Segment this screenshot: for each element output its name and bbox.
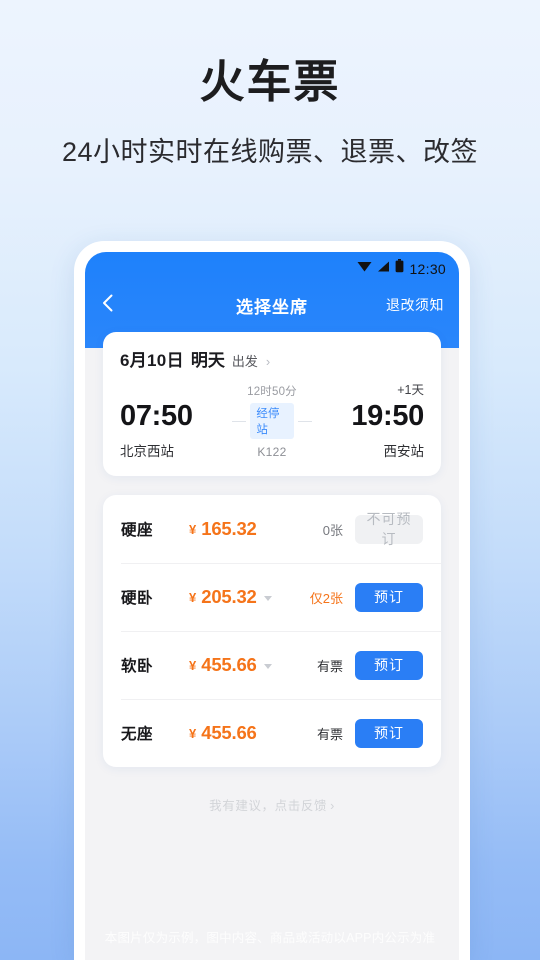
feedback-label: 我有建议，点击反馈 <box>209 799 328 813</box>
seat-stock: 0张 <box>322 522 343 538</box>
book-button[interactable]: 预订 <box>355 582 423 612</box>
currency-symbol: ¥ <box>189 725 197 741</box>
page-title: 火车票 <box>199 56 341 107</box>
seat-stock: 有票 <box>316 658 343 674</box>
trip-depart-block: 07:50 北京西站 <box>120 400 232 460</box>
trip-middle-block: 12时50分 经停站 K122 <box>232 383 313 460</box>
seat-stock: 仅2张 <box>309 590 343 606</box>
back-button[interactable] <box>85 284 131 326</box>
battery-icon <box>395 259 404 278</box>
train-number: K122 <box>257 445 287 459</box>
seat-type: 软卧 <box>121 658 154 675</box>
stop-line-left <box>232 420 247 422</box>
promo-header: 火车票 24小时实时在线购票、退票、改签 <box>0 0 540 169</box>
table-row: 硬座 ¥ 165.32 0张 不可预订 <box>103 495 441 563</box>
nav-bar: 选择坐席 退改须知 <box>85 284 459 326</box>
price-amount: 455.66 <box>201 654 257 675</box>
arrive-station: 西安站 <box>383 444 425 459</box>
seat-type: 硬卧 <box>121 590 154 607</box>
phone-screen: 12:30 选择坐席 退改须知 6月10日 明天 出发 › 07:50 北京西站… <box>85 252 459 960</box>
stop-row[interactable]: 经停站 <box>232 403 313 439</box>
plus-day-badge: +1天 <box>397 383 424 397</box>
status-bar: 12:30 <box>357 259 446 278</box>
seat-price[interactable]: ¥ 205.32 <box>189 586 272 608</box>
seat-type: 硬座 <box>121 522 154 539</box>
price-amount: 455.66 <box>201 722 257 743</box>
disclaimer-text: 本图片仅为示例，图中内容、商品或活动以APP内公示为准 <box>104 931 436 945</box>
book-button[interactable]: 预订 <box>355 718 423 748</box>
price-amount: 205.32 <box>201 586 257 607</box>
chevron-left-icon <box>102 293 114 318</box>
seat-type: 无座 <box>121 726 154 743</box>
table-row: 无座 ¥ 455.66 有票 预订 <box>103 699 441 767</box>
chevron-down-icon[interactable] <box>263 596 272 601</box>
trip-arrive-block: +1天 19:50 西安站 <box>312 379 424 460</box>
stop-label[interactable]: 经停站 <box>250 403 294 439</box>
trip-times: 07:50 北京西站 12时50分 经停站 K122 +1天 19:50 西安站 <box>120 379 424 460</box>
price-amount: 165.32 <box>201 518 257 539</box>
seat-stock: 有票 <box>316 726 343 742</box>
currency-symbol: ¥ <box>189 589 197 605</box>
trip-duration: 12时50分 <box>247 386 297 398</box>
table-row: 硬卧 ¥ 205.32 仅2张 预订 <box>103 563 441 631</box>
currency-symbol: ¥ <box>189 657 197 673</box>
currency-symbol: ¥ <box>189 521 197 537</box>
stop-line-right <box>297 420 313 422</box>
status-bar-time: 12:30 <box>409 260 446 277</box>
trip-day-label: 明天 <box>190 351 225 370</box>
trip-card[interactable]: 6月10日 明天 出发 › 07:50 北京西站 12时50分 经停站 K122… <box>103 332 441 476</box>
table-row: 软卧 ¥ 455.66 有票 预订 <box>103 631 441 699</box>
trip-depart-label: 出发 <box>231 354 258 369</box>
trip-date-row[interactable]: 6月10日 明天 出发 › <box>120 346 424 371</box>
phone-mockup: 12:30 选择坐席 退改须知 6月10日 明天 出发 › 07:50 北京西站… <box>74 241 470 960</box>
chevron-right-icon: › <box>265 354 271 369</box>
book-button: 不可预订 <box>355 511 423 547</box>
page-subtitle: 24小时实时在线购票、退票、改签 <box>61 137 479 167</box>
book-button[interactable]: 预订 <box>355 650 423 680</box>
refund-policy-link[interactable]: 退改须知 <box>386 295 444 315</box>
depart-time: 07:50 <box>120 400 193 432</box>
trip-date: 6月10日 <box>120 351 184 370</box>
seat-price[interactable]: ¥ 455.66 <box>189 654 272 676</box>
chevron-right-icon: › <box>330 799 335 813</box>
seat-list: 硬座 ¥ 165.32 0张 不可预订 硬卧 ¥ 205.32 仅2张 预订 软… <box>103 495 441 767</box>
seat-price: ¥ 165.32 <box>189 518 257 540</box>
depart-station: 北京西站 <box>120 444 174 459</box>
feedback-link[interactable]: 我有建议，点击反馈 › <box>85 795 459 814</box>
wifi-icon <box>357 260 372 278</box>
seat-price: ¥ 455.66 <box>189 722 257 744</box>
signal-icon <box>377 260 390 278</box>
arrive-time: 19:50 <box>351 400 424 432</box>
chevron-down-icon[interactable] <box>263 664 272 669</box>
